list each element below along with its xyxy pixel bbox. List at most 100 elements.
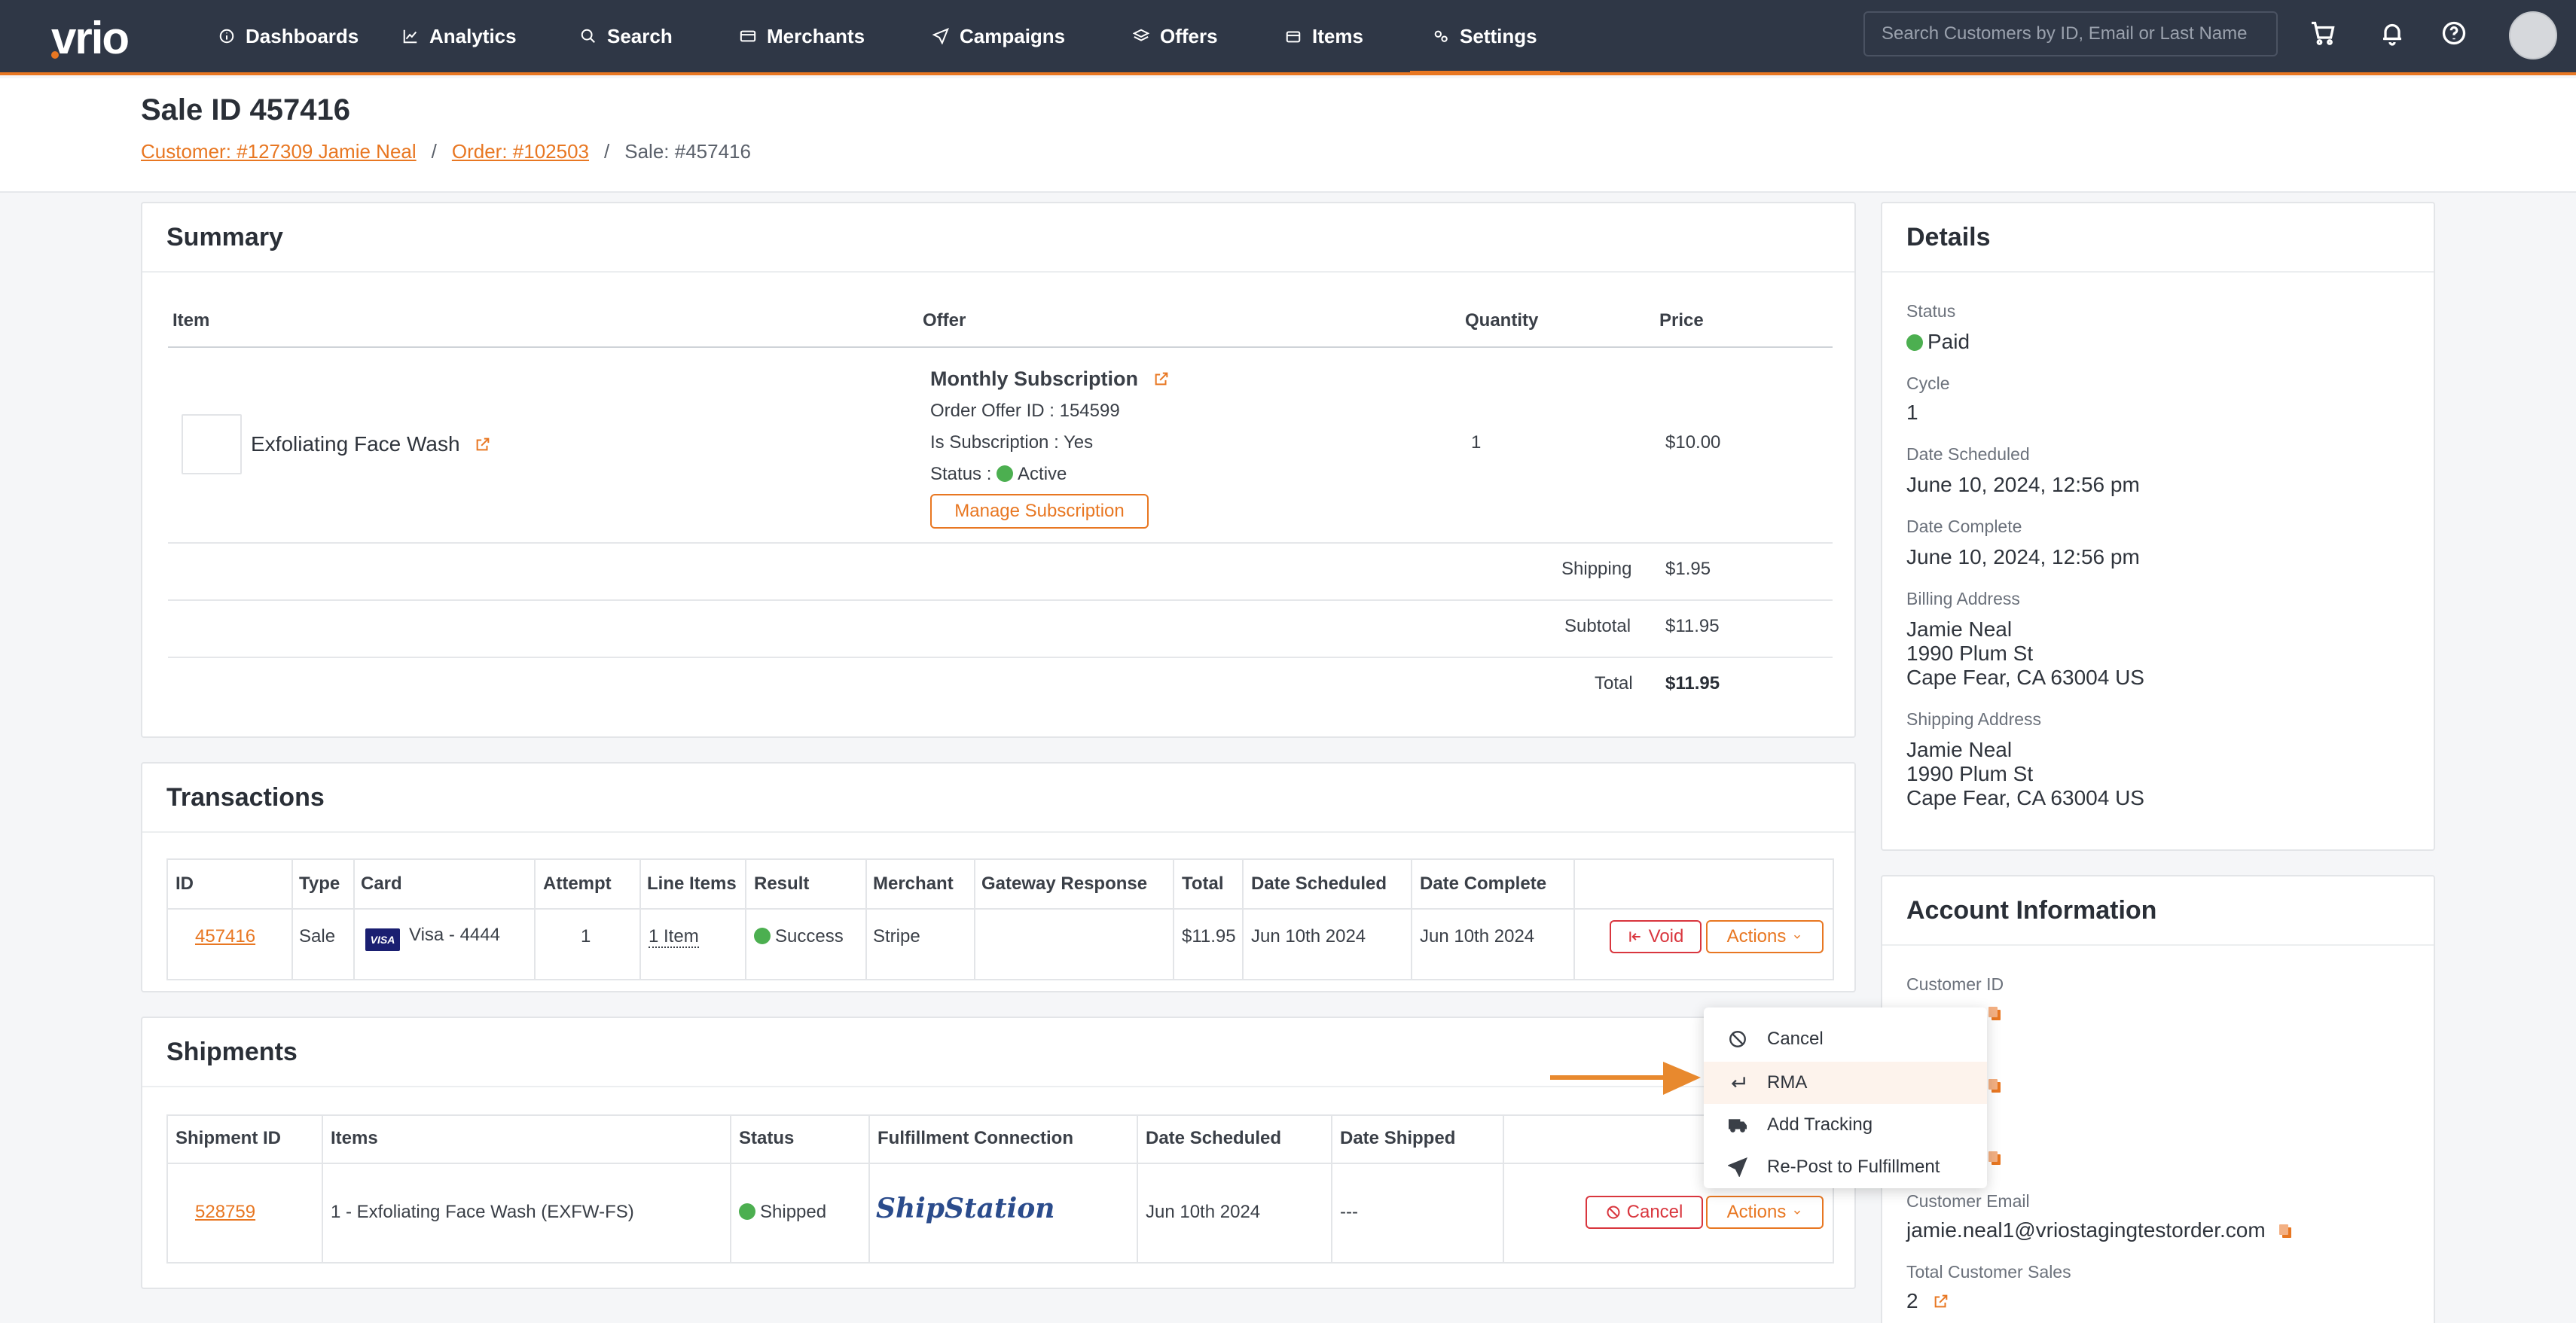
nav-analytics[interactable]: Analytics: [402, 0, 517, 72]
nav-offers[interactable]: Offers: [1133, 0, 1218, 72]
nav-items[interactable]: Items: [1285, 0, 1363, 72]
col-card: Card: [361, 873, 402, 894]
divider: [745, 858, 746, 980]
nav-label: Search: [607, 24, 673, 47]
copy-icon[interactable]: [1988, 1078, 2001, 1093]
shipstation-logo: ShipStation: [876, 1193, 1055, 1224]
shipments-card: Shipments Shipment ID Items Status Fulfi…: [141, 1017, 1856, 1289]
menu-item-repost-fulfillment[interactable]: Re-Post to Fulfillment: [1704, 1146, 1987, 1188]
transaction-date-scheduled: Jun 10th 2024: [1251, 926, 1366, 947]
void-icon: [1628, 931, 1641, 942]
shipping-value: $1.95: [1665, 559, 1711, 579]
breadcrumb: Customer: #127309 Jamie Neal / Order: #1…: [141, 140, 751, 163]
nav-dashboards[interactable]: Dashboards: [218, 0, 359, 72]
nav-label: Offers: [1160, 24, 1218, 47]
cart-icon[interactable]: [2309, 20, 2336, 50]
ban-icon: [1607, 1206, 1620, 1219]
menu-item-cancel[interactable]: Cancel: [1704, 1018, 1987, 1060]
external-link-icon[interactable]: [475, 434, 491, 451]
divider: [168, 657, 1833, 658]
item-name: Exfoliating Face Wash: [251, 432, 460, 456]
divider: [168, 346, 1833, 348]
divider: [1137, 1114, 1138, 1264]
status-label: Status :: [930, 464, 992, 484]
void-button[interactable]: Void: [1610, 920, 1702, 953]
order-offer-id: Order Offer ID : 154599: [930, 401, 1120, 421]
total-sales: 2: [1906, 1289, 1918, 1312]
date-complete-label: Date Complete: [1906, 517, 2022, 536]
col-merchant: Merchant: [873, 873, 954, 894]
shipment-actions-button[interactable]: Actions: [1706, 1196, 1824, 1229]
search-placeholder: Search Customers by ID, Email or Last Na…: [1882, 23, 2248, 44]
menu-item-add-tracking[interactable]: Add Tracking: [1704, 1104, 1987, 1146]
transaction-id-link[interactable]: 457416: [195, 926, 255, 947]
item-name-row: Exfoliating Face Wash: [251, 432, 491, 456]
nav-label: Analytics: [429, 24, 517, 47]
status-value: Paid: [1906, 330, 1970, 354]
breadcrumb-order-link[interactable]: Order: #102503: [452, 140, 589, 163]
shipment-items: 1 - Exfoliating Face Wash (EXFW-FS): [331, 1202, 634, 1222]
nav-merchants[interactable]: Merchants: [740, 0, 865, 72]
customer-email-row: jamie.neal1@vriostagingtestorder.com: [1906, 1218, 2292, 1242]
divider: [1411, 858, 1412, 980]
shipment-cancel-button[interactable]: Cancel: [1586, 1196, 1703, 1229]
divider: [1882, 271, 2434, 273]
shipment-date-shipped: ---: [1340, 1202, 1358, 1222]
breadcrumb-customer-link[interactable]: Customer: #127309 Jamie Neal: [141, 140, 417, 163]
nav-settings[interactable]: Settings: [1410, 0, 1560, 75]
truck-icon: [1728, 1119, 1747, 1132]
col-date-scheduled: Date Scheduled: [1251, 873, 1387, 894]
page-header: Sale ID 457416 Customer: #127309 Jamie N…: [0, 78, 2576, 193]
col-fulfillment-connection: Fulfillment Connection: [877, 1128, 1073, 1148]
nav-label: Campaigns: [960, 24, 1066, 47]
nav-campaigns[interactable]: Campaigns: [932, 0, 1065, 72]
line-items-link[interactable]: 1 Item: [639, 926, 699, 948]
divider: [730, 1114, 731, 1264]
vrio-logo[interactable]: vrio: [51, 12, 130, 64]
page-title: Sale ID 457416: [141, 93, 350, 127]
nav-label: Items: [1312, 24, 1363, 47]
total-value: $11.95: [1665, 673, 1720, 694]
visa-icon: VISA: [365, 928, 400, 951]
shipment-status: Shipped: [739, 1202, 826, 1223]
date-complete-value: June 10, 2024, 12:56 pm: [1906, 545, 2140, 569]
bell-icon[interactable]: [2379, 20, 2406, 50]
external-link-icon[interactable]: [1933, 1291, 1949, 1308]
copy-icon[interactable]: [1988, 1006, 2001, 1021]
total-label: Total: [1595, 673, 1633, 694]
card-label: Visa - 4444: [409, 925, 500, 945]
manage-subscription-button[interactable]: Manage Subscription: [930, 494, 1149, 529]
copy-icon[interactable]: [2278, 1220, 2292, 1238]
transaction-merchant: Stripe: [873, 926, 920, 947]
user-avatar[interactable]: [2509, 11, 2557, 59]
summary-title: Summary: [166, 223, 283, 251]
external-link-icon[interactable]: [1153, 369, 1170, 386]
return-arrow-icon: [1731, 1077, 1745, 1088]
copy-icon[interactable]: [1988, 1151, 2001, 1166]
transactions-title: Transactions: [166, 783, 325, 812]
transaction-actions-button[interactable]: Actions: [1706, 920, 1824, 953]
col-date-scheduled: Date Scheduled: [1146, 1128, 1282, 1148]
chart-line-icon: [403, 29, 417, 44]
transaction-result: Success: [754, 926, 844, 947]
shipment-id-link[interactable]: 528759: [195, 1202, 255, 1223]
status-dot: [1906, 334, 1923, 351]
layers-icon: [1133, 29, 1149, 41]
divider: [168, 542, 1833, 544]
billing-city: Cape Fear, CA 63004 US: [1906, 666, 2144, 689]
nav-search[interactable]: Search: [580, 0, 673, 72]
status-label: Status: [1906, 301, 1956, 321]
chevron-down-icon: [1794, 1210, 1801, 1215]
transaction-card: VISA Visa - 4444: [365, 925, 500, 951]
menu-item-rma[interactable]: RMA: [1704, 1062, 1987, 1104]
divider: [168, 599, 1833, 601]
divider: [166, 1163, 1834, 1164]
details-title: Details: [1906, 223, 1991, 251]
help-icon[interactable]: [2440, 20, 2468, 50]
nav-label: Dashboards: [246, 24, 359, 47]
breadcrumb-separator: /: [431, 140, 437, 163]
search-icon: [581, 29, 595, 43]
customer-search-input[interactable]: Search Customers by ID, Email or Last Na…: [1863, 11, 2278, 56]
divider: [291, 858, 293, 980]
transactions-card: Transactions ID Type Card Attempt Line I…: [141, 762, 1856, 992]
